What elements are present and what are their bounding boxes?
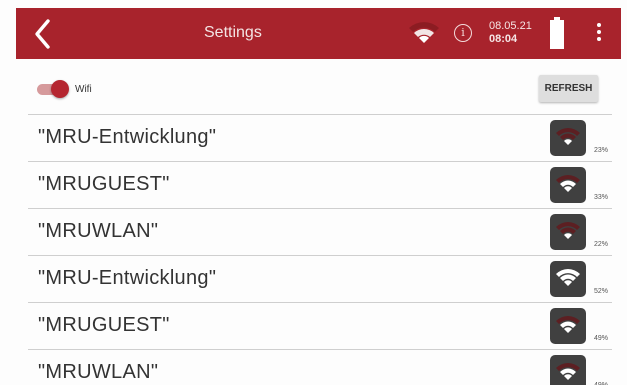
network-row[interactable]: "MRU-Entwicklung" 52% [28, 255, 612, 302]
chevron-left-icon [35, 19, 50, 49]
date-time: 08.05.21 08:04 [489, 20, 532, 46]
network-row[interactable]: "MRUWLAN" 22% [28, 208, 612, 255]
time-text: 08:04 [489, 33, 518, 45]
network-ssid: "MRU-Entwicklung" [38, 126, 217, 148]
network-row[interactable]: "MRU-Entwicklung" 23% [28, 114, 612, 161]
signal-strength-tile [550, 308, 586, 344]
network-row[interactable]: "MRUWLAN"49% [28, 349, 612, 385]
toggle-knob [51, 80, 69, 98]
network-ssid: "MRUWLAN" [38, 220, 159, 242]
top-app-bar: Settings i 08.05.21 08:04 [16, 8, 621, 59]
signal-strength-tile [550, 261, 586, 297]
network-ssid: "MRUGUEST" [38, 173, 170, 195]
more-vertical-icon [592, 23, 606, 41]
page-title: Settings [204, 24, 262, 41]
network-list: "MRU-Entwicklung" 23% "MRUGUEST" 33% "MRUWLA… [28, 114, 612, 385]
wifi-signal-icon [556, 128, 580, 145]
wifi-signal-icon [556, 175, 580, 192]
back-button[interactable] [28, 16, 60, 52]
network-ssid: "MRUGUEST" [38, 314, 170, 336]
wifi-signal-icon [556, 316, 580, 333]
settings-screen: Settings i 08.05.21 08:04 Wifi REFRESH "… [0, 0, 627, 385]
signal-strength-tile [550, 355, 586, 385]
wifi-signal-icon [556, 222, 580, 239]
wifi-signal-icon [556, 269, 580, 286]
network-ssid: "MRUWLAN" [38, 361, 159, 383]
network-ssid: "MRU-Entwicklung" [38, 267, 217, 289]
signal-percent: 49% [594, 335, 609, 342]
info-button[interactable]: i [454, 24, 472, 42]
signal-strength-tile [550, 120, 586, 156]
wifi-label: Wifi [75, 84, 92, 95]
overflow-menu-button[interactable] [592, 23, 606, 45]
battery-icon [550, 17, 564, 49]
network-row[interactable]: "MRUGUEST" 33% [28, 161, 612, 208]
info-icon: i [461, 26, 465, 39]
battery-body [550, 20, 564, 49]
network-row[interactable]: "MRUGUEST" 49% [28, 302, 612, 349]
signal-percent: 52% [594, 288, 609, 295]
signal-percent: 33% [594, 194, 609, 201]
wifi-signal-icon [409, 22, 439, 43]
signal-strength-tile [550, 214, 586, 250]
date-text: 08.05.21 [489, 20, 532, 32]
refresh-button[interactable]: REFRESH [539, 75, 598, 102]
wifi-toggle[interactable] [37, 80, 69, 98]
signal-percent: 23% [594, 147, 609, 154]
wifi-signal-icon [556, 363, 580, 380]
signal-percent: 22% [594, 241, 609, 248]
signal-strength-tile [550, 167, 586, 203]
wifi-signal-status [408, 19, 440, 49]
